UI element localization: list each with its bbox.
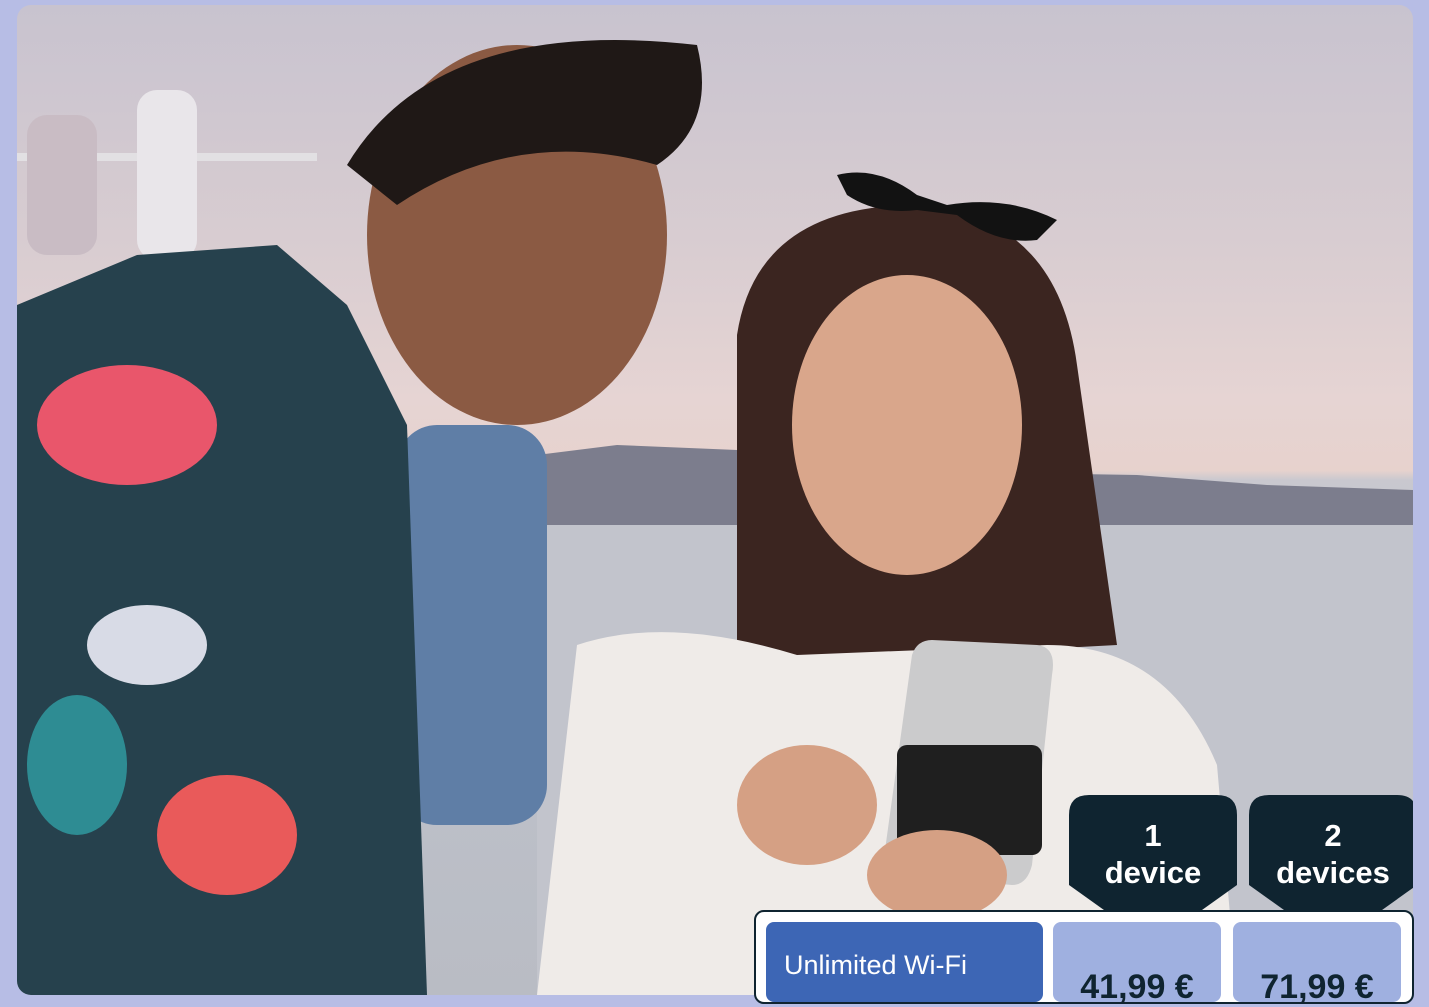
badge-count: 1 <box>1144 818 1162 853</box>
price-value: 71,99 € <box>1260 968 1374 1006</box>
price-two-devices[interactable]: 71,99 € <box>1233 922 1401 1006</box>
price-value: 41,99 € <box>1080 968 1194 1006</box>
price-one-device[interactable]: 41,99 € <box>1053 922 1221 1006</box>
pricing-table: Unlimited Wi-Fi 41,99 € 71,99 € <box>754 910 1414 1006</box>
badge-unit: device <box>1104 855 1202 890</box>
badge-count: 2 <box>1324 818 1342 853</box>
plan-label: Unlimited Wi-Fi <box>784 950 968 980</box>
badge-unit: devices <box>1276 855 1390 890</box>
plan-cell: Unlimited Wi-Fi <box>766 922 1043 1002</box>
hero-card: 1 device 2 devices <box>17 5 1413 995</box>
